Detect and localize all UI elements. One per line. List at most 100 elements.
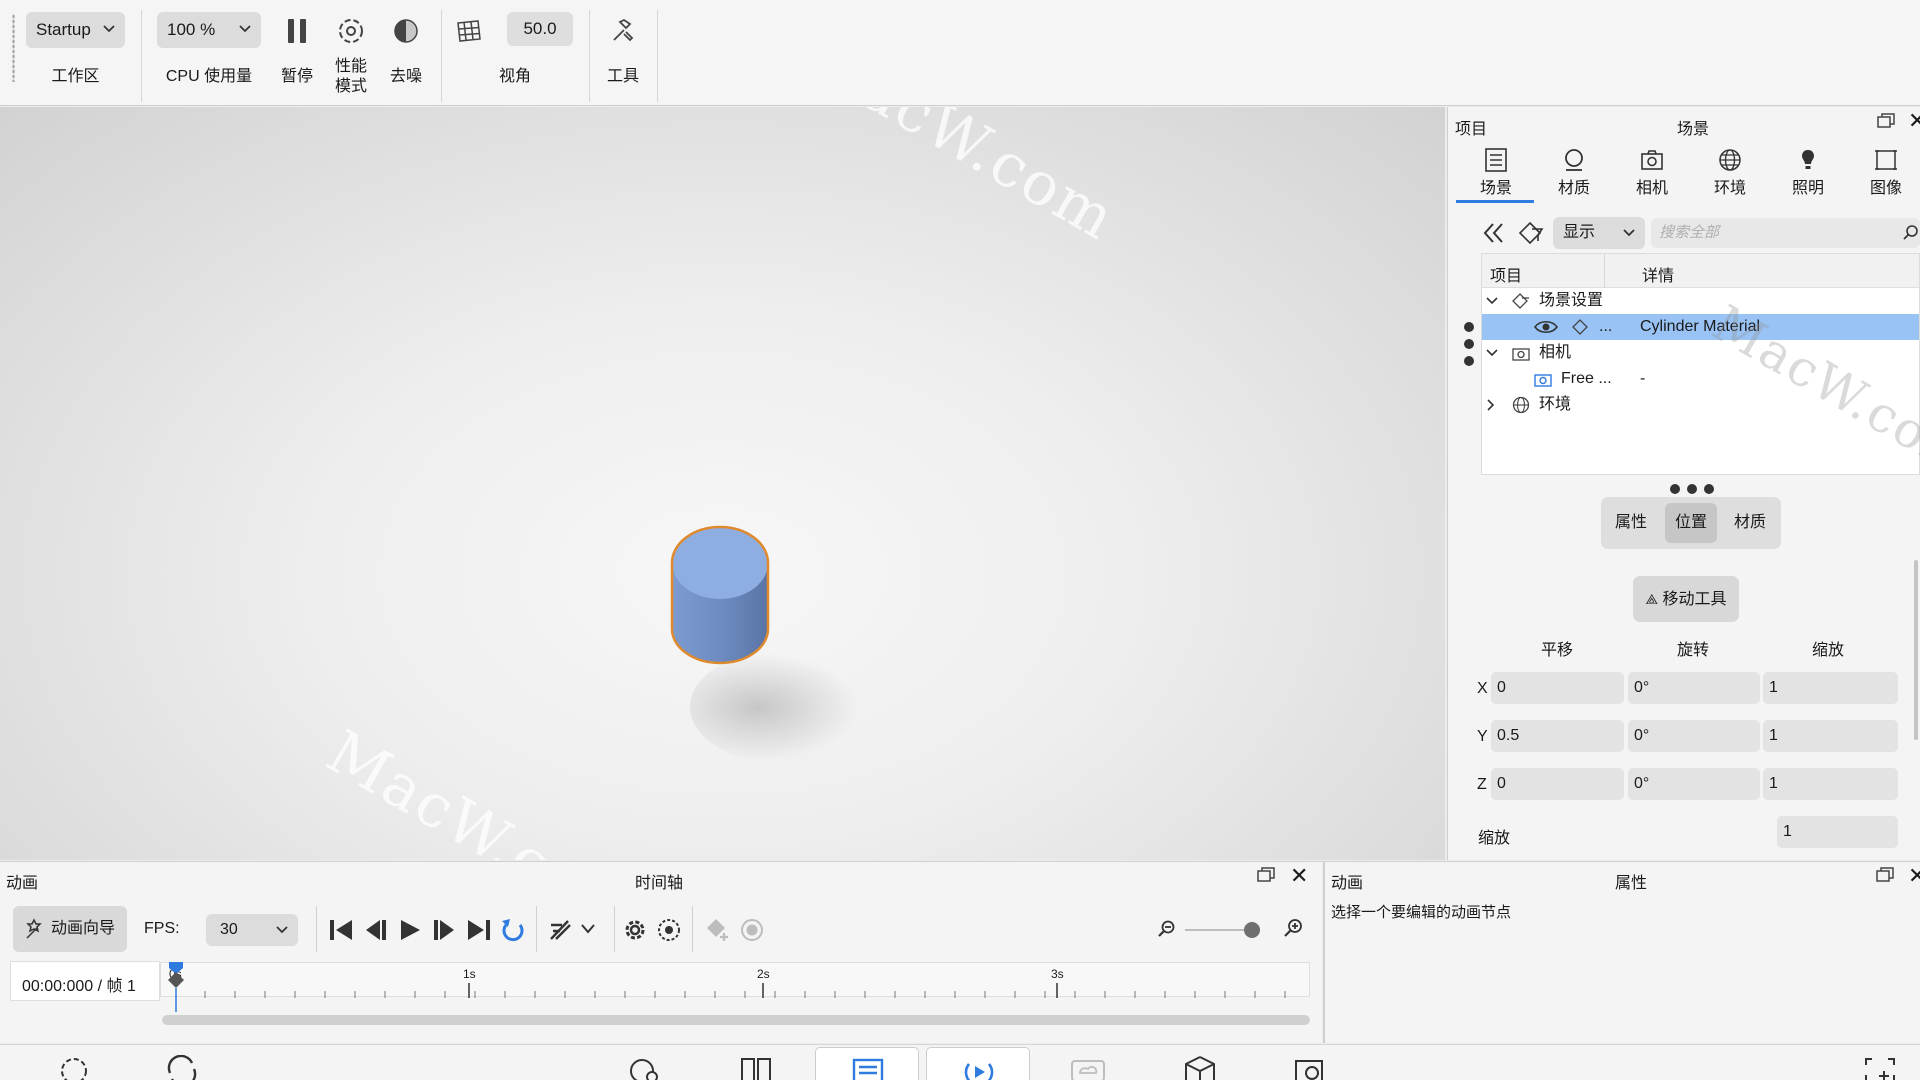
tree-label: 相机 xyxy=(1539,344,1572,361)
chevron-down-icon[interactable] xyxy=(1486,296,1498,306)
refresh-mode-icon[interactable] xyxy=(164,1055,200,1080)
record-icon[interactable] xyxy=(739,917,765,943)
rotate-y-field[interactable]: 0° xyxy=(1628,720,1760,752)
toolbar-grip[interactable] xyxy=(12,14,15,82)
tab-environment[interactable]: 环境 xyxy=(1700,148,1760,198)
field-of-view-input[interactable]: 50.0 xyxy=(507,12,573,46)
axis-label-x: X xyxy=(1477,680,1488,697)
scene-filter-icon[interactable] xyxy=(1518,221,1544,245)
tab-lighting-label: 照明 xyxy=(1791,180,1824,197)
tab-material[interactable]: 材质 xyxy=(1544,148,1604,198)
chevron-right-icon[interactable] xyxy=(1486,399,1496,411)
cpu-usage-dropdown[interactable]: 100 % xyxy=(157,12,261,48)
animation-wizard-label: 动画向导 xyxy=(51,920,116,937)
field-of-view-icon-button[interactable] xyxy=(454,16,484,46)
translate-x-field[interactable]: 0 xyxy=(1491,672,1624,704)
column-header-detail[interactable]: 详情 xyxy=(1642,262,1674,286)
move-tool-button[interactable]: ⟁ 移动工具 xyxy=(1633,576,1739,622)
render-cloud-icon[interactable] xyxy=(56,1055,92,1080)
fullscreen-icon[interactable] xyxy=(1862,1055,1898,1080)
fps-dropdown[interactable]: 30 xyxy=(206,914,298,946)
add-keyframe-icon[interactable] xyxy=(705,917,731,943)
gear-icon[interactable] xyxy=(622,917,648,943)
loop-icon[interactable] xyxy=(500,917,526,943)
tab-scene[interactable]: 场景 xyxy=(1466,148,1526,198)
easing-icon[interactable] xyxy=(548,917,574,943)
panel-title-center: 场景 xyxy=(1677,121,1710,138)
timeline-zoom-slider-knob[interactable] xyxy=(1244,922,1260,938)
translate-y-field[interactable]: 0.5 xyxy=(1491,720,1624,752)
toolbar-divider xyxy=(614,906,615,952)
properties-hint-text: 选择一个要编辑的动画节点 xyxy=(1331,904,1512,921)
tab-camera[interactable]: 相机 xyxy=(1622,148,1682,198)
segment-material[interactable]: 材质 xyxy=(1725,503,1775,543)
scale-z-field[interactable]: 1 xyxy=(1763,768,1898,800)
timeline-ruler[interactable]: 0s 1s 2s 3s xyxy=(160,962,1310,998)
skip-to-start-icon[interactable] xyxy=(328,918,354,942)
playhead-icon[interactable] xyxy=(165,962,187,1012)
library-book-icon[interactable] xyxy=(738,1055,774,1080)
popout-window-icon[interactable] xyxy=(1877,113,1895,129)
tree-label: 场景设置 xyxy=(1539,292,1604,309)
project-mode-button[interactable] xyxy=(815,1047,919,1080)
segment-position[interactable]: 位置 xyxy=(1665,503,1717,543)
animation-wizard-button[interactable]: 动画向导 xyxy=(13,906,127,952)
tree-row-camera[interactable]: 相机 xyxy=(1482,340,1919,366)
step-forward-icon[interactable] xyxy=(432,918,458,942)
panel-scrollbar[interactable] xyxy=(1914,560,1918,740)
toolbar-divider xyxy=(441,10,442,102)
eye-icon[interactable] xyxy=(1534,320,1558,334)
collapse-left-icon[interactable] xyxy=(1482,221,1506,245)
camera-icon xyxy=(1534,374,1552,387)
tree-row-cylinder-material[interactable]: ... Cylinder Material xyxy=(1482,314,1919,340)
rotate-z-field[interactable]: 0° xyxy=(1628,768,1760,800)
display-filter-dropdown[interactable]: 显示 xyxy=(1553,217,1645,249)
cylinder-object[interactable] xyxy=(668,523,772,669)
tab-image[interactable]: 图像 xyxy=(1856,148,1916,198)
search-input[interactable]: 搜索全部 xyxy=(1651,218,1920,248)
rotate-x-field[interactable]: 0° xyxy=(1628,672,1760,704)
screenshot-library-icon[interactable] xyxy=(1292,1055,1328,1080)
timeline-scrollbar[interactable] xyxy=(162,1015,1310,1025)
chevron-down-icon[interactable] xyxy=(1486,348,1498,358)
close-panel-icon[interactable]: ✕ xyxy=(1290,865,1308,887)
animation-mode-button[interactable] xyxy=(926,1047,1030,1080)
tree-resize-handle-icon[interactable] xyxy=(1463,318,1475,366)
skip-to-end-icon[interactable] xyxy=(466,918,492,942)
more-options-icon[interactable] xyxy=(1668,483,1716,495)
close-panel-icon[interactable]: ✕ xyxy=(1908,110,1920,132)
pause-button[interactable] xyxy=(282,16,312,46)
scale-y-field[interactable]: 1 xyxy=(1763,720,1898,752)
tree-label: Free ... xyxy=(1561,370,1612,387)
zoom-out-icon[interactable] xyxy=(1157,920,1175,938)
tab-camera-label: 相机 xyxy=(1635,180,1668,197)
tab-lighting[interactable]: 照明 xyxy=(1778,148,1838,198)
close-panel-icon[interactable]: ✕ xyxy=(1908,865,1920,887)
target-settings-icon[interactable] xyxy=(656,917,682,943)
performance-mode-button[interactable] xyxy=(336,16,366,46)
model-cube-icon[interactable] xyxy=(1182,1055,1218,1080)
scale-x-field[interactable]: 1 xyxy=(1763,672,1898,704)
column-header-item[interactable]: 项目 xyxy=(1490,262,1522,286)
globe-icon xyxy=(1512,396,1530,414)
toolbar-divider xyxy=(657,10,658,102)
tools-button[interactable] xyxy=(608,16,638,46)
uniform-scale-field[interactable]: 1 xyxy=(1777,816,1898,848)
zoom-in-icon[interactable] xyxy=(1283,918,1303,938)
chevron-down-icon xyxy=(239,25,251,33)
workspace-dropdown[interactable]: Startup xyxy=(26,12,125,48)
popout-window-icon[interactable] xyxy=(1257,867,1275,883)
translate-z-field[interactable]: 0 xyxy=(1491,768,1624,800)
material-library-icon[interactable] xyxy=(626,1055,662,1080)
cloud-upload-icon[interactable] xyxy=(1070,1055,1106,1080)
chevron-down-icon xyxy=(276,926,288,934)
play-icon[interactable] xyxy=(397,918,423,942)
scene-tree-header: 项目 详情 xyxy=(1482,254,1919,288)
denoise-button[interactable] xyxy=(391,16,421,46)
tree-row-scene-settings[interactable]: 场景设置 xyxy=(1482,288,1919,314)
render-viewport[interactable]: MacW.com MacW.com xyxy=(0,107,1445,860)
chevron-down-icon[interactable] xyxy=(580,922,596,936)
step-back-icon[interactable] xyxy=(362,918,388,942)
segment-attributes[interactable]: 属性 xyxy=(1607,503,1655,543)
popout-window-icon[interactable] xyxy=(1876,867,1894,883)
